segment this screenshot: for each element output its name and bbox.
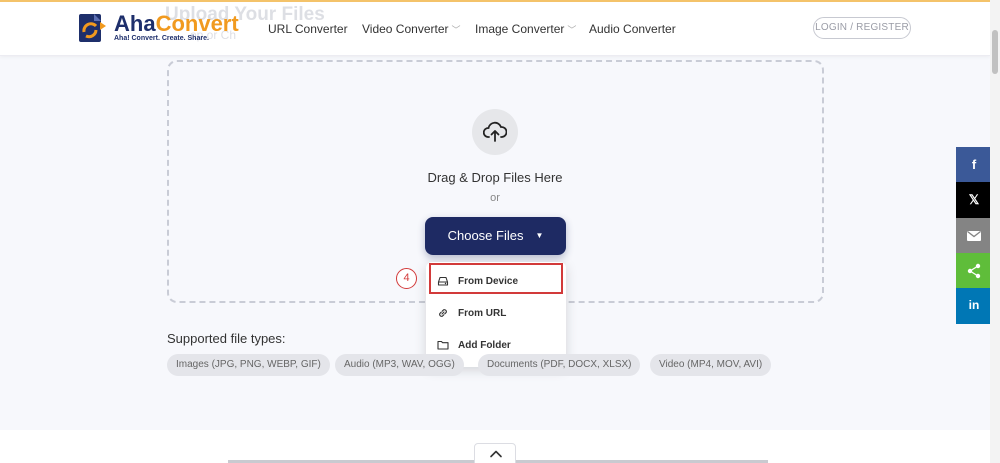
dropdown-item-from-device[interactable]: From Device: [426, 266, 566, 296]
share-email-button[interactable]: [956, 218, 992, 254]
annotation-step-badge: 4: [396, 268, 417, 289]
folder-icon: [437, 340, 449, 350]
logo-mark-icon: [79, 14, 106, 42]
dropdown-item-label: From Device: [458, 276, 519, 287]
logo-wordmark: AhaConvert: [114, 12, 239, 36]
upload-icon-circle: [472, 109, 518, 155]
chevron-up-icon: [490, 450, 502, 458]
share-icon: [967, 263, 981, 279]
nav-label: URL Converter: [268, 22, 348, 36]
login-register-button[interactable]: LOGIN / REGISTER: [813, 17, 911, 39]
choose-files-dropdown: From Device From URL Add Folder: [426, 262, 566, 367]
choose-files-button[interactable]: Choose Files ▼: [425, 217, 566, 255]
share-generic-button[interactable]: [956, 253, 992, 289]
logo-tagline: Aha! Convert. Create. Share.: [114, 35, 209, 42]
linkedin-icon: in: [968, 298, 980, 312]
scrollbar-thumb[interactable]: [992, 30, 998, 74]
site-header: Upload Your Files op or Ch AhaConvert Ah…: [0, 0, 990, 56]
nav-label: Image Converter: [475, 22, 565, 36]
scroll-to-top-button[interactable]: [474, 443, 516, 463]
cloud-upload-icon: [483, 121, 507, 142]
chevron-down-icon: ﹀: [451, 25, 461, 35]
nav-audio-converter[interactable]: Audio Converter: [589, 22, 676, 36]
share-linkedin-button[interactable]: in: [956, 288, 992, 324]
nav-image-converter[interactable]: Image Converter ﹀: [475, 22, 576, 36]
supported-file-types-title: Supported file types:: [167, 331, 286, 346]
facebook-icon: f: [971, 157, 977, 172]
page-scrollbar[interactable]: [990, 0, 1000, 463]
header-accent-line: [0, 0, 990, 2]
drag-drop-label: Drag & Drop Files Here: [427, 170, 563, 185]
dropdown-item-label: From URL: [458, 308, 507, 319]
dropdown-item-from-url[interactable]: From URL: [426, 298, 566, 328]
nav-label: Audio Converter: [589, 22, 676, 36]
link-icon: [439, 309, 447, 317]
logo-wordmark-part1: Aha: [114, 11, 156, 36]
nav-url-converter[interactable]: URL Converter: [268, 22, 348, 36]
chevron-down-icon: ﹀: [567, 25, 577, 35]
file-type-chip-video: Video (MP4, MOV, AVI): [650, 354, 772, 376]
x-icon: 𝕏: [968, 192, 980, 207]
caret-down-icon: ▼: [535, 231, 544, 240]
nav-video-converter[interactable]: Video Converter ﹀: [362, 22, 461, 36]
choose-files-label: Choose Files: [447, 228, 524, 243]
file-type-chip-images: Images (JPG, PNG, WEBP, GIF): [167, 354, 330, 376]
dropdown-item-label: Add Folder: [458, 340, 511, 351]
logo-wordmark-part2: Convert: [155, 11, 239, 36]
hard-drive-icon: [437, 276, 449, 286]
nav-label: Video Converter: [362, 22, 449, 36]
file-type-chip-documents: Documents (PDF, DOCX, XLSX): [478, 354, 641, 376]
mail-icon: [967, 230, 981, 241]
or-separator: or: [490, 192, 500, 204]
share-facebook-button[interactable]: f: [956, 147, 992, 183]
share-x-button[interactable]: 𝕏: [956, 182, 992, 218]
file-type-chip-audio: Audio (MP3, WAV, OGG): [335, 354, 464, 376]
